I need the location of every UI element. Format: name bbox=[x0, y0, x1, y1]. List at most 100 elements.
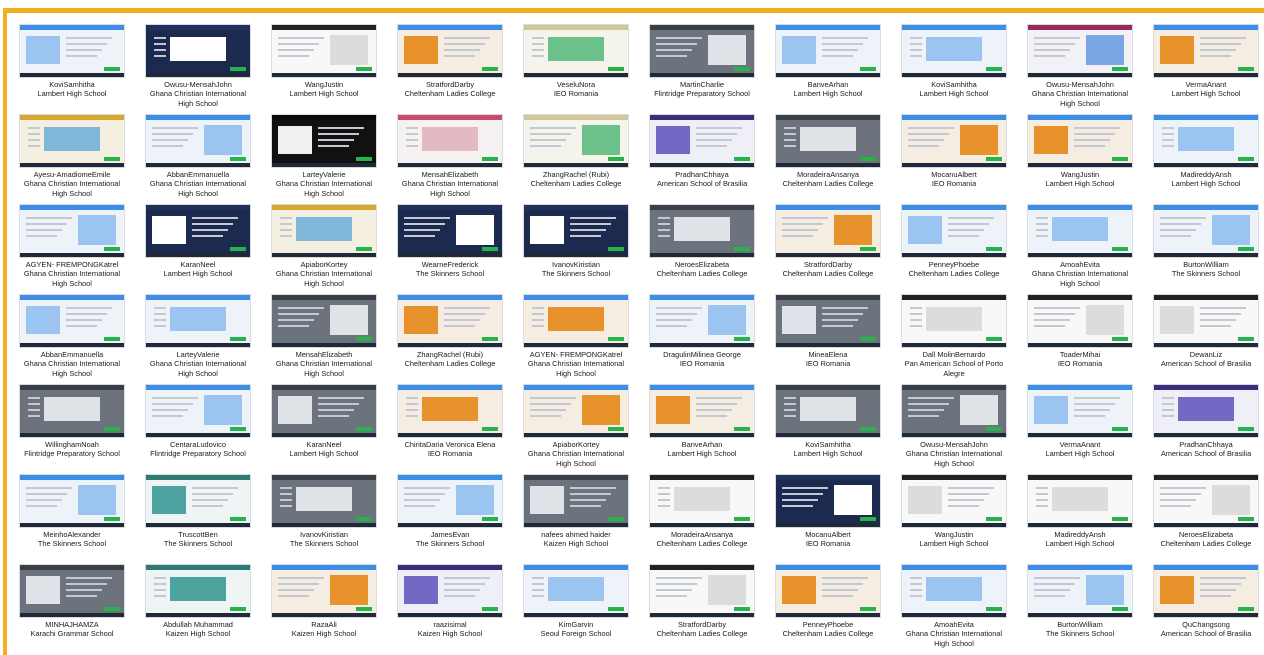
shared-screen-thumbnail[interactable] bbox=[524, 295, 628, 347]
participant-tile[interactable]: StratfordDarby Cheltenham Ladies College bbox=[649, 565, 755, 655]
participant-tile[interactable]: StratfordDarby Cheltenham Ladies College bbox=[775, 205, 881, 295]
participant-tile[interactable]: raazisimal Kaizen High School bbox=[397, 565, 503, 655]
shared-screen-thumbnail[interactable] bbox=[650, 115, 754, 167]
participant-tile[interactable]: Owusu-MensahJohn Ghana Christian Internat… bbox=[1027, 25, 1133, 115]
shared-screen-thumbnail[interactable] bbox=[398, 475, 502, 527]
participant-tile[interactable]: WangJustin Lambert High School bbox=[901, 475, 1007, 565]
shared-screen-thumbnail[interactable] bbox=[20, 25, 124, 77]
shared-screen-thumbnail[interactable] bbox=[272, 205, 376, 257]
participant-tile[interactable]: StratfordDarby Cheltenham Ladies College bbox=[397, 25, 503, 115]
participant-tile[interactable]: BanveArhan Lambert High School bbox=[649, 385, 755, 475]
shared-screen-thumbnail[interactable] bbox=[398, 295, 502, 347]
participant-tile[interactable]: ApiaborKortey Ghana Christian Internation… bbox=[523, 385, 629, 475]
shared-screen-thumbnail[interactable] bbox=[1154, 565, 1258, 617]
shared-screen-thumbnail[interactable] bbox=[146, 205, 250, 257]
shared-screen-thumbnail[interactable] bbox=[650, 295, 754, 347]
participant-tile[interactable]: AGYEN- FREMPONGKatrel Ghana Christian Int… bbox=[19, 205, 125, 295]
shared-screen-thumbnail[interactable] bbox=[902, 25, 1006, 77]
shared-screen-thumbnail[interactable] bbox=[1028, 565, 1132, 617]
participant-tile[interactable]: Abdullah Muhammad Kaizen High School bbox=[145, 565, 251, 655]
shared-screen-thumbnail[interactable] bbox=[776, 565, 880, 617]
participant-tile[interactable]: TruscottBen The Skinners School bbox=[145, 475, 251, 565]
shared-screen-thumbnail[interactable] bbox=[776, 25, 880, 77]
participant-tile[interactable]: DewanLiz American School of Brasilia bbox=[1153, 295, 1259, 385]
shared-screen-thumbnail[interactable] bbox=[524, 475, 628, 527]
shared-screen-thumbnail[interactable] bbox=[20, 295, 124, 347]
participant-tile[interactable]: BurtonWilliam The Skinners School bbox=[1153, 205, 1259, 295]
participant-tile[interactable]: AmoahEvita Ghana Christian International … bbox=[1027, 205, 1133, 295]
shared-screen-thumbnail[interactable] bbox=[1154, 475, 1258, 527]
participant-tile[interactable]: Ayesu-AmadiomeEmile Ghana Christian Inter… bbox=[19, 115, 125, 205]
participant-tile[interactable]: BurtonWilliam The Skinners School bbox=[1027, 565, 1133, 655]
participant-tile[interactable]: VeseluNora IEO Romania bbox=[523, 25, 629, 115]
participant-tile[interactable]: MoradeiraAnsanya Cheltenham Ladies Colleg… bbox=[775, 115, 881, 205]
shared-screen-thumbnail[interactable] bbox=[650, 385, 754, 437]
participant-tile[interactable]: MINHAJHAMZA Karachi Grammar School bbox=[19, 565, 125, 655]
participant-tile[interactable]: KoviSamhitha Lambert High School bbox=[19, 25, 125, 115]
participant-tile[interactable]: WangJustin Lambert High School bbox=[1027, 115, 1133, 205]
participant-tile[interactable]: ZhangRachel (Rubi) Cheltenham Ladies Coll… bbox=[523, 115, 629, 205]
participant-tile[interactable]: CentaraLudovico Flintridge Preparatory Sc… bbox=[145, 385, 251, 475]
participant-tile[interactable]: MadireddyAnsh Lambert High School bbox=[1027, 475, 1133, 565]
participant-tile[interactable]: AbbanEmmanuella Ghana Christian Internati… bbox=[19, 295, 125, 385]
shared-screen-thumbnail[interactable] bbox=[398, 385, 502, 437]
shared-screen-thumbnail[interactable] bbox=[20, 475, 124, 527]
shared-screen-thumbnail[interactable] bbox=[902, 115, 1006, 167]
shared-screen-thumbnail[interactable] bbox=[776, 295, 880, 347]
shared-screen-thumbnail[interactable] bbox=[1028, 475, 1132, 527]
shared-screen-thumbnail[interactable] bbox=[146, 385, 250, 437]
shared-screen-thumbnail[interactable] bbox=[1028, 25, 1132, 77]
participant-tile[interactable]: NeroesElizabeta Cheltenham Ladies College bbox=[649, 205, 755, 295]
participant-tile[interactable]: DragulinMilinea George IEO Romania bbox=[649, 295, 755, 385]
shared-screen-thumbnail[interactable] bbox=[20, 115, 124, 167]
participant-tile[interactable]: VermaAnant Lambert High School bbox=[1027, 385, 1133, 475]
shared-screen-thumbnail[interactable] bbox=[146, 475, 250, 527]
shared-screen-thumbnail[interactable] bbox=[272, 475, 376, 527]
shared-screen-thumbnail[interactable] bbox=[524, 565, 628, 617]
shared-screen-thumbnail[interactable] bbox=[398, 25, 502, 77]
participant-tile[interactable]: KaranNeel Lambert High School bbox=[271, 385, 377, 475]
shared-screen-thumbnail[interactable] bbox=[272, 25, 376, 77]
participant-tile[interactable]: MocanuAlbert IEO Romania bbox=[901, 115, 1007, 205]
shared-screen-thumbnail[interactable] bbox=[1028, 385, 1132, 437]
participant-tile[interactable]: Dall MolinBernardo Pan American School of… bbox=[901, 295, 1007, 385]
shared-screen-thumbnail[interactable] bbox=[272, 565, 376, 617]
participant-tile[interactable]: nafees ahmed haider Kaizen High School bbox=[523, 475, 629, 565]
participant-tile[interactable]: MoradeiraAnsanya Cheltenham Ladies Colleg… bbox=[649, 475, 755, 565]
shared-screen-thumbnail[interactable] bbox=[1154, 115, 1258, 167]
shared-screen-thumbnail[interactable] bbox=[272, 385, 376, 437]
shared-screen-thumbnail[interactable] bbox=[20, 205, 124, 257]
shared-screen-thumbnail[interactable] bbox=[1154, 295, 1258, 347]
shared-screen-thumbnail[interactable] bbox=[776, 205, 880, 257]
participant-tile[interactable]: PradhanChhaya American School of Brasilia bbox=[1153, 385, 1259, 475]
shared-screen-thumbnail[interactable] bbox=[650, 565, 754, 617]
participant-tile[interactable]: ApiaborKortey Ghana Christian Internation… bbox=[271, 205, 377, 295]
participant-tile[interactable]: Owusu-MensahJohn Ghana Christian Internat… bbox=[901, 385, 1007, 475]
participant-tile[interactable]: MensahElizabeth Ghana Christian Internati… bbox=[397, 115, 503, 205]
shared-screen-thumbnail[interactable] bbox=[902, 205, 1006, 257]
participant-tile[interactable]: Owusu-MensahJohn Ghana Christian Internat… bbox=[145, 25, 251, 115]
participant-tile[interactable]: KimGarvin Seoul Foreign School bbox=[523, 565, 629, 655]
participant-tile[interactable]: KaranNeel Lambert High School bbox=[145, 205, 251, 295]
participant-tile[interactable]: AmoahEvita Ghana Christian International … bbox=[901, 565, 1007, 655]
participant-tile[interactable]: QuChangsong American School of Brasilia bbox=[1153, 565, 1259, 655]
participant-tile[interactable]: VermaAnant Lambert High School bbox=[1153, 25, 1259, 115]
participant-tile[interactable]: AbbanEmmanuella Ghana Christian Internati… bbox=[145, 115, 251, 205]
participant-tile[interactable]: WangJustin Lambert High School bbox=[271, 25, 377, 115]
participant-tile[interactable]: JamesEvan The Skinners School bbox=[397, 475, 503, 565]
participant-tile[interactable]: MeinhoAlexander The Skinners School bbox=[19, 475, 125, 565]
shared-screen-thumbnail[interactable] bbox=[1028, 295, 1132, 347]
shared-screen-thumbnail[interactable] bbox=[272, 295, 376, 347]
shared-screen-thumbnail[interactable] bbox=[398, 115, 502, 167]
participant-tile[interactable]: MocanuAlbert IEO Romania bbox=[775, 475, 881, 565]
shared-screen-thumbnail[interactable] bbox=[1154, 205, 1258, 257]
shared-screen-thumbnail[interactable] bbox=[524, 205, 628, 257]
participant-tile[interactable]: AGYEN- FREMPONGKatrel Ghana Christian Int… bbox=[523, 295, 629, 385]
participant-tile[interactable]: BanveArhan Lambert High School bbox=[775, 25, 881, 115]
participant-tile[interactable]: PenneyPhoebe Cheltenham Ladies College bbox=[901, 205, 1007, 295]
participant-tile[interactable]: NeroesElizabeta Cheltenham Ladies College bbox=[1153, 475, 1259, 565]
shared-screen-thumbnail[interactable] bbox=[524, 25, 628, 77]
shared-screen-thumbnail[interactable] bbox=[776, 385, 880, 437]
shared-screen-thumbnail[interactable] bbox=[650, 25, 754, 77]
participant-tile[interactable]: KoviSamhitha Lambert High School bbox=[901, 25, 1007, 115]
